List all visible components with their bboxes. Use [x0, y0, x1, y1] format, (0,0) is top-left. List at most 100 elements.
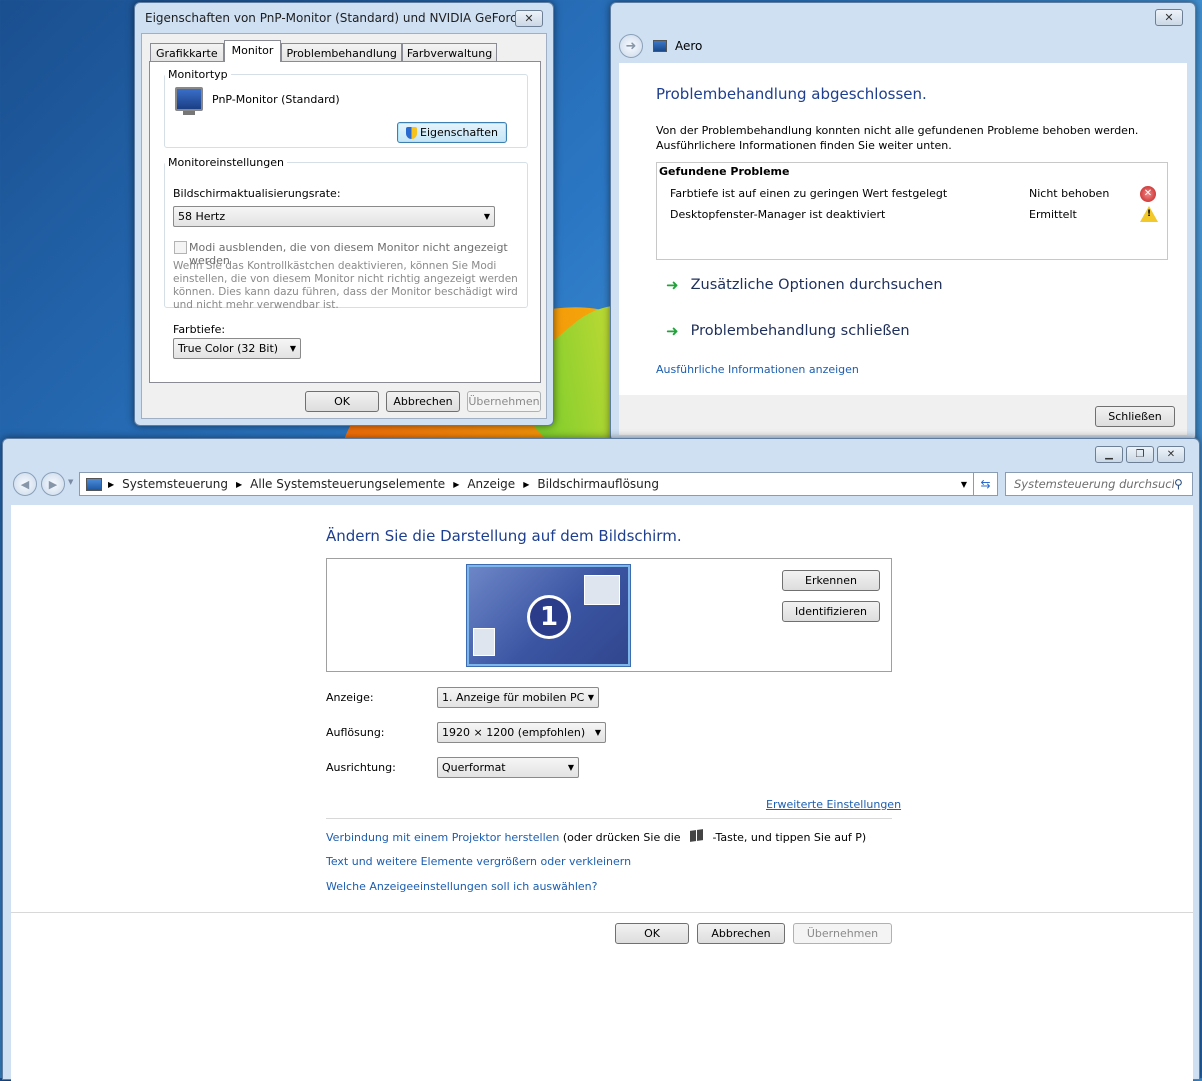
close-button[interactable]: ✕ [1155, 8, 1183, 26]
chevron-down-icon: ▼ [567, 763, 574, 772]
details-link[interactable]: Ausführliche Informationen anzeigen [656, 363, 859, 376]
aero-footer: Schließen [619, 395, 1187, 435]
ok-button[interactable]: OK [305, 391, 379, 412]
address-bar[interactable]: ▶ Systemsteuerung ▶ Alle Systemsteuerung… [79, 472, 974, 496]
close-button[interactable]: ✕ [515, 9, 543, 27]
back-arrow-icon: ◀ [20, 477, 30, 491]
monitor-1-tile[interactable]: 1 [467, 565, 630, 666]
monitor-preview-window-icon [584, 575, 620, 605]
which-settings-link[interactable]: Welche Anzeigeeinstellungen soll ich aus… [326, 880, 598, 893]
search-icon[interactable]: ⚲ [1174, 477, 1192, 491]
page-title: Ändern Sie die Darstellung auf dem Bilds… [326, 527, 682, 545]
cancel-button[interactable]: Abbrechen [386, 391, 460, 412]
maximize-icon: ❐ [1135, 448, 1145, 460]
minimize-icon: ▁ [1105, 448, 1113, 460]
breadcrumb-bildschirmaufloesung[interactable]: Bildschirmauflösung [537, 477, 659, 491]
refresh-rate-select[interactable]: 58 Hertz ▼ [173, 206, 495, 227]
chevron-down-icon: ▼ [587, 693, 594, 702]
search-input[interactable]: Systemsteuerung durchsuch... [1014, 477, 1174, 491]
projector-link[interactable]: Verbindung mit einem Projektor herstelle… [326, 831, 559, 844]
monitor-number: 1 [530, 598, 568, 636]
display-select[interactable]: 1. Anzeige für mobilen PC ▼ [437, 687, 599, 708]
cancel-button[interactable]: Abbrechen [697, 923, 785, 944]
back-button[interactable]: ➜ [619, 34, 643, 58]
farbtiefe-label: Farbtiefe: [173, 323, 226, 336]
hide-modes-checkbox[interactable] [174, 241, 187, 254]
ok-button[interactable]: OK [615, 923, 689, 944]
text-size-link[interactable]: Text und weitere Elemente vergrößern ode… [326, 855, 631, 868]
projector-hint-a: (oder drücken Sie die [562, 831, 681, 844]
monitor-icon [175, 87, 203, 111]
refresh-rate-value: 58 Hertz [178, 210, 226, 223]
advanced-settings-link[interactable]: Erweiterte Einstellungen [766, 798, 901, 811]
back-button[interactable]: ◀ [13, 472, 37, 496]
recent-pages-icon[interactable]: ▼ [68, 478, 73, 486]
orientation-label: Ausrichtung: [326, 761, 396, 774]
tab-problembehandlung[interactable]: Problembehandlung [281, 43, 402, 62]
close-icon: ✕ [1166, 448, 1176, 460]
footer-separator [11, 912, 1193, 913]
forward-button[interactable]: ▶ [41, 472, 65, 496]
aero-nav: ➜ Aero [619, 33, 702, 59]
minimize-button[interactable]: ▁ [1095, 445, 1123, 463]
hide-modes-description: Wenn Sie das Kontrollkästchen deaktivier… [173, 260, 518, 311]
control-panel-titlebar[interactable]: ▁ ❐ ✕ [3, 439, 1199, 469]
apply-button[interactable]: Übernehmen [793, 923, 892, 944]
breadcrumb-separator-icon: ▶ [236, 479, 243, 489]
monitortyp-legend: Monitortyp [168, 68, 228, 81]
breadcrumb-systemsteuerung[interactable]: Systemsteuerung [122, 477, 228, 491]
tab-monitor[interactable]: Monitor [223, 40, 282, 62]
tab-strip: Grafikkarte Monitor Problembehandlung Fa… [150, 40, 498, 62]
identify-button[interactable]: Identifizieren [782, 601, 880, 622]
chevron-down-icon: ▼ [594, 728, 601, 737]
close-icon: ✕ [1164, 10, 1174, 24]
aero-titlebar[interactable]: ✕ [611, 3, 1195, 31]
eigenschaften-button[interactable]: Eigenschaften [397, 122, 507, 143]
windows-key-icon [690, 829, 704, 842]
close-button[interactable]: ✕ [1157, 445, 1185, 463]
option-close-troubleshooter[interactable]: ➜ Problembehandlung schließen [666, 322, 910, 340]
chevron-down-icon: ▼ [289, 344, 296, 353]
error-icon: ✕ [1140, 186, 1156, 202]
problems-box: Gefundene Probleme Farbtiefe ist auf ein… [656, 162, 1168, 260]
tab-grafikkarte[interactable]: Grafikkarte [150, 43, 224, 62]
option-browse-label: Zusätzliche Optionen durchsuchen [690, 277, 943, 293]
option-close-label: Problembehandlung schließen [690, 323, 910, 339]
monitoreinstellungen-group: Monitoreinstellungen Bildschirmaktualisi… [164, 156, 528, 311]
properties-title: Eigenschaften von PnP-Monitor (Standard)… [145, 11, 515, 25]
farbtiefe-select[interactable]: True Color (32 Bit) ▼ [173, 338, 301, 359]
properties-body: Grafikkarte Monitor Problembehandlung Fa… [141, 33, 547, 419]
address-dropdown-icon[interactable]: ▼ [961, 480, 967, 489]
separator-line [326, 818, 892, 819]
address-bar-row: ◀ ▶ ▼ ▶ Systemsteuerung ▶ Alle Systemste… [11, 471, 1193, 497]
properties-titlebar[interactable]: Eigenschaften von PnP-Monitor (Standard)… [135, 3, 553, 33]
breadcrumb-separator-icon: ▶ [453, 479, 460, 489]
properties-dialog: Eigenschaften von PnP-Monitor (Standard)… [134, 2, 554, 426]
resolution-select[interactable]: 1920 × 1200 (empfohlen) ▼ [437, 722, 606, 743]
problem-row: Farbtiefe ist auf einen zu geringen Wert… [670, 186, 1160, 203]
breadcrumb-alle-elemente[interactable]: Alle Systemsteuerungselemente [250, 477, 445, 491]
breadcrumb-anzeige[interactable]: Anzeige [467, 477, 515, 491]
warning-icon-mark: ! [1147, 209, 1152, 219]
green-arrow-icon: ➜ [666, 276, 679, 294]
refresh-button[interactable]: ⇆ [974, 472, 998, 496]
maximize-button[interactable]: ❐ [1126, 445, 1154, 463]
aero-desc-line2: Ausführlichere Informationen finden Sie … [656, 139, 952, 152]
option-browse[interactable]: ➜ Zusätzliche Optionen durchsuchen [666, 276, 943, 294]
detect-button[interactable]: Erkennen [782, 570, 880, 591]
problem-status: Ermittelt [1029, 208, 1077, 221]
orientation-select[interactable]: Querformat ▼ [437, 757, 579, 778]
tab-panel: Monitortyp PnP-Monitor (Standard) Eigens… [149, 61, 541, 383]
control-panel-window: ▁ ❐ ✕ ◀ ▶ ▼ ▶ Systemsteuerung ▶ Alle Sys… [2, 438, 1200, 1081]
monitor-name: PnP-Monitor (Standard) [212, 93, 340, 106]
green-arrow-icon: ➜ [666, 322, 679, 340]
apply-button[interactable]: Übernehmen [467, 391, 541, 412]
refresh-icon: ⇆ [980, 477, 991, 491]
monitoreinstellungen-legend: Monitoreinstellungen [168, 156, 284, 169]
tab-farbverwaltung[interactable]: Farbverwaltung [401, 43, 498, 62]
breadcrumb-separator-icon: ▶ [108, 479, 115, 489]
close-troubleshooter-button[interactable]: Schließen [1095, 406, 1175, 427]
search-box[interactable]: Systemsteuerung durchsuch... ⚲ [1005, 472, 1193, 496]
aero-heading: Problembehandlung abgeschlossen. [656, 85, 927, 103]
control-panel-icon [86, 477, 102, 491]
